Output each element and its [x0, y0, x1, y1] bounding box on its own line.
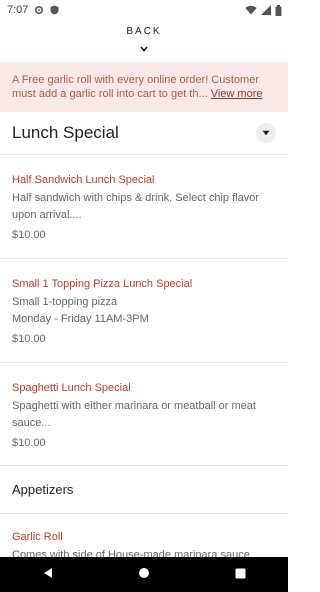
shield-icon	[50, 5, 59, 15]
category-title: Appetizers	[12, 482, 74, 497]
item-name: Half Sandwich Lunch Special	[12, 174, 155, 186]
menu-item[interactable]: Spaghetti Lunch Special Spaghetti with e…	[0, 363, 288, 466]
item-price: $10.00	[12, 437, 46, 449]
item-price: $10.00	[12, 333, 46, 345]
status-right	[245, 4, 282, 16]
settings-icon	[34, 5, 44, 15]
status-time: 7:07	[7, 4, 29, 16]
back-label: BACK	[126, 25, 162, 37]
item-description: Comes with side of House-made marinara s…	[12, 549, 250, 557]
back-button[interactable]: BACK	[0, 20, 288, 62]
item-desc-line: upon arrival....	[12, 209, 82, 221]
item-desc-line: Spaghetti with either marinara or meatba…	[12, 400, 256, 412]
section-header[interactable]: Lunch Special	[0, 112, 288, 155]
view-more-link[interactable]: View more	[211, 88, 263, 100]
promo-banner: A Free garlic roll with every online ord…	[0, 62, 288, 112]
item-name: Spaghetti Lunch Special	[12, 382, 131, 394]
section-title: Lunch Special	[12, 123, 119, 142]
item-desc-line: sauce...	[12, 417, 51, 429]
item-desc-line: Monday - Friday 11AM-3PM	[12, 313, 149, 325]
item-desc-line: Small 1-topping pizza	[12, 296, 118, 308]
item-name: Garlic Roll	[12, 531, 63, 543]
navigation-bar	[0, 557, 288, 592]
item-description: Small 1-topping pizza Monday - Friday 11…	[12, 294, 276, 328]
item-description: Spaghetti with either marinara or meatba…	[12, 398, 276, 432]
item-description: Half sandwich with chips & drink. Select…	[12, 190, 276, 224]
menu-item[interactable]: Garlic Roll Comes with side of House-mad…	[0, 514, 288, 557]
wifi-icon	[245, 5, 257, 15]
back-triangle-icon[interactable]	[42, 566, 54, 584]
item-name: Small 1 Topping Pizza Lunch Special	[12, 278, 193, 290]
status-bar: 7:07	[0, 0, 288, 20]
menu-item[interactable]: Small 1 Topping Pizza Lunch Special Smal…	[0, 259, 288, 363]
menu-item[interactable]: Half Sandwich Lunch Special Half sandwic…	[0, 155, 288, 259]
chevron-down-icon	[140, 39, 148, 57]
home-circle-icon[interactable]	[138, 566, 150, 584]
item-price: $10.00	[12, 229, 46, 241]
item-desc-line: Half sandwich with chips & drink. Select…	[12, 192, 259, 204]
battery-icon	[275, 4, 282, 16]
signal-icon	[261, 5, 271, 15]
category-header: Appetizers	[0, 466, 288, 514]
collapse-toggle-button[interactable]	[256, 123, 276, 143]
status-left: 7:07	[7, 4, 59, 16]
caret-down-icon	[262, 130, 270, 136]
recents-square-icon[interactable]	[235, 566, 246, 584]
